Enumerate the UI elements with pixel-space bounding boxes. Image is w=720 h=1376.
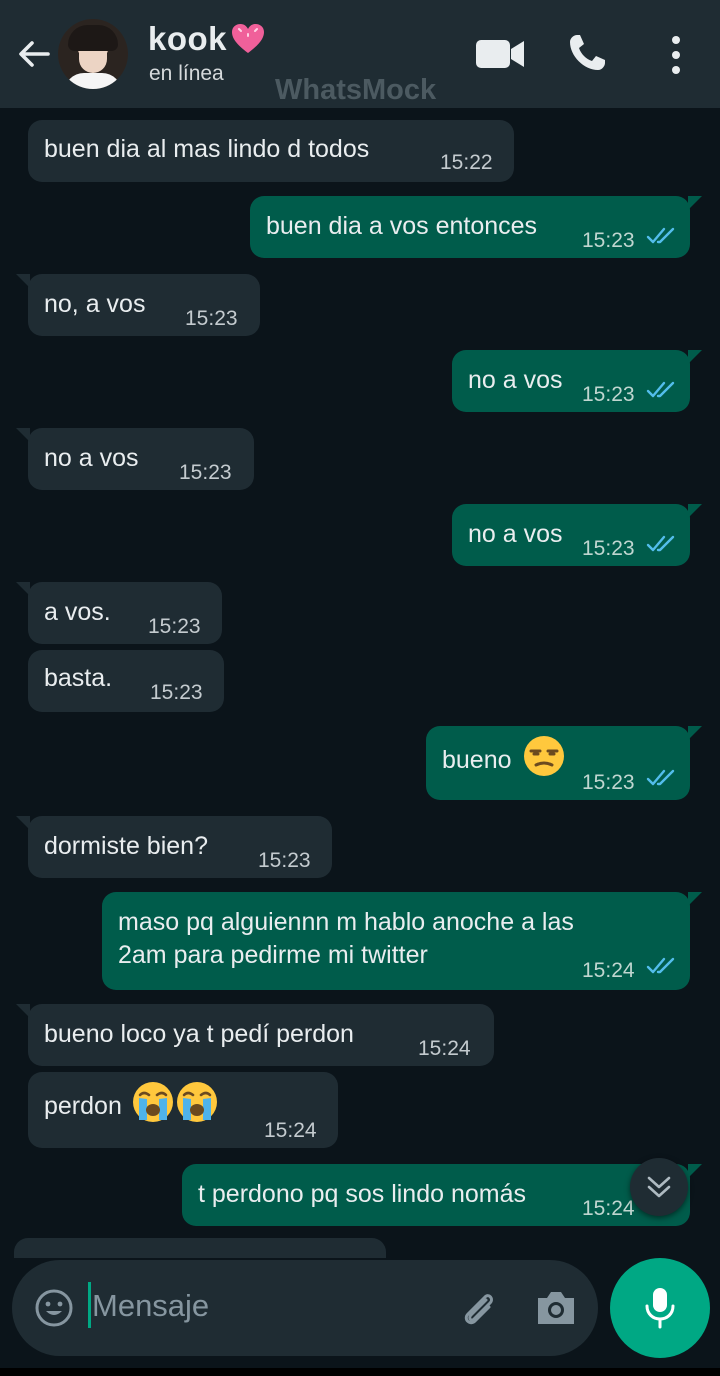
- message-text: no a vos: [468, 520, 563, 548]
- message-text: no a vos: [468, 366, 563, 394]
- chat-header: kook en línea WhatsMock: [0, 0, 720, 108]
- message-text: buen dia al mas lindo d todos: [44, 135, 370, 163]
- back-arrow-icon[interactable]: [14, 34, 54, 74]
- message-time: 15:23: [582, 771, 635, 794]
- message-time: 15:24: [582, 959, 635, 982]
- incoming-message-partial[interactable]: [14, 1238, 386, 1258]
- incoming-message[interactable]: perdon 15:24: [28, 1072, 338, 1148]
- scroll-to-bottom-button[interactable]: [630, 1158, 688, 1216]
- message-text: a vos.: [44, 598, 111, 626]
- message-time: 15:24: [264, 1119, 317, 1142]
- text-cursor: [88, 1282, 91, 1328]
- video-call-icon[interactable]: [474, 36, 526, 72]
- message-text: no, a vos: [44, 290, 146, 318]
- message-text-content: bueno: [442, 746, 512, 774]
- emoji-picker-icon[interactable]: [34, 1288, 74, 1328]
- message-text: bueno: [442, 736, 566, 778]
- message-text-content: perdon: [44, 1092, 122, 1120]
- outgoing-message[interactable]: maso pq alguiennn m hablo anoche a las 2…: [102, 892, 702, 990]
- message-time: 15:24: [582, 1197, 635, 1220]
- message-text: dormiste bien?: [44, 832, 208, 860]
- more-options-icon[interactable]: [664, 34, 688, 76]
- message-time: 15:23: [148, 615, 201, 638]
- outgoing-message[interactable]: no a vos 15:23: [452, 504, 702, 566]
- message-time: 15:22: [440, 151, 493, 174]
- incoming-message[interactable]: no a vos 15:23: [16, 428, 254, 490]
- read-ticks-icon: [646, 227, 675, 244]
- message-text: basta.: [44, 664, 113, 692]
- outgoing-message[interactable]: no a vos 15:23: [452, 350, 702, 412]
- unamused-face-emoji-icon: [524, 736, 565, 777]
- voice-message-button[interactable]: [610, 1258, 710, 1358]
- read-ticks-icon: [646, 769, 675, 786]
- contact-name[interactable]: kook: [148, 20, 227, 58]
- message-time: 15:23: [179, 461, 232, 484]
- read-ticks-icon: [646, 957, 675, 974]
- incoming-message[interactable]: a vos. 15:23: [16, 582, 222, 644]
- attach-icon[interactable]: [456, 1286, 500, 1330]
- incoming-message[interactable]: buen dia al mas lindo d todos 15:22: [28, 120, 514, 182]
- message-time: 15:24: [418, 1037, 471, 1060]
- message-input[interactable]: Mensaje: [92, 1288, 209, 1324]
- double-chevron-down-icon: [647, 1176, 671, 1198]
- phone-call-icon[interactable]: [566, 32, 608, 74]
- contact-avatar[interactable]: [58, 19, 128, 89]
- message-time: 15:23: [150, 681, 203, 704]
- message-text: t perdono pq sos lindo nomás: [198, 1180, 526, 1208]
- loudly-crying-face-emoji-icon: [132, 1082, 173, 1123]
- message-text-line: maso pq alguiennn m hablo anoche a las: [118, 908, 574, 936]
- contact-status: en línea: [149, 62, 224, 85]
- outgoing-message[interactable]: buen dia a vos entonces 15:23: [250, 196, 702, 258]
- message-text: buen dia a vos entonces: [266, 212, 538, 240]
- message-composer: Mensaje: [12, 1260, 598, 1356]
- heart-emoji-icon: [232, 24, 264, 53]
- message-time: 15:23: [258, 849, 311, 872]
- incoming-message[interactable]: bueno loco ya t pedí perdon 15:24: [16, 1004, 494, 1066]
- microphone-icon: [645, 1288, 675, 1329]
- outgoing-message[interactable]: t perdono pq sos lindo nomás 15:24: [182, 1164, 702, 1226]
- message-time: 15:23: [582, 537, 635, 560]
- message-text: no a vos: [44, 444, 139, 472]
- read-ticks-icon: [646, 535, 675, 552]
- incoming-message[interactable]: basta. 15:23: [28, 650, 224, 712]
- outgoing-message[interactable]: bueno 15:23: [426, 726, 702, 800]
- message-text: perdon: [44, 1082, 219, 1124]
- message-time: 15:23: [582, 383, 635, 406]
- incoming-message[interactable]: dormiste bien? 15:23: [16, 816, 332, 878]
- system-nav-bar: [0, 1368, 720, 1376]
- camera-icon[interactable]: [534, 1288, 578, 1328]
- watermark: WhatsMock: [275, 74, 437, 106]
- incoming-message[interactable]: no, a vos 15:23: [16, 274, 260, 336]
- message-list[interactable]: buen dia al mas lindo d todos 15:22 buen…: [0, 108, 720, 1258]
- read-ticks-icon: [646, 381, 675, 398]
- message-time: 15:23: [582, 229, 635, 252]
- message-text: bueno loco ya t pedí perdon: [44, 1020, 354, 1048]
- message-text-line: 2am para pedirme mi twitter: [118, 941, 428, 969]
- message-time: 15:23: [185, 307, 238, 330]
- loudly-crying-face-emoji-icon: [176, 1082, 217, 1123]
